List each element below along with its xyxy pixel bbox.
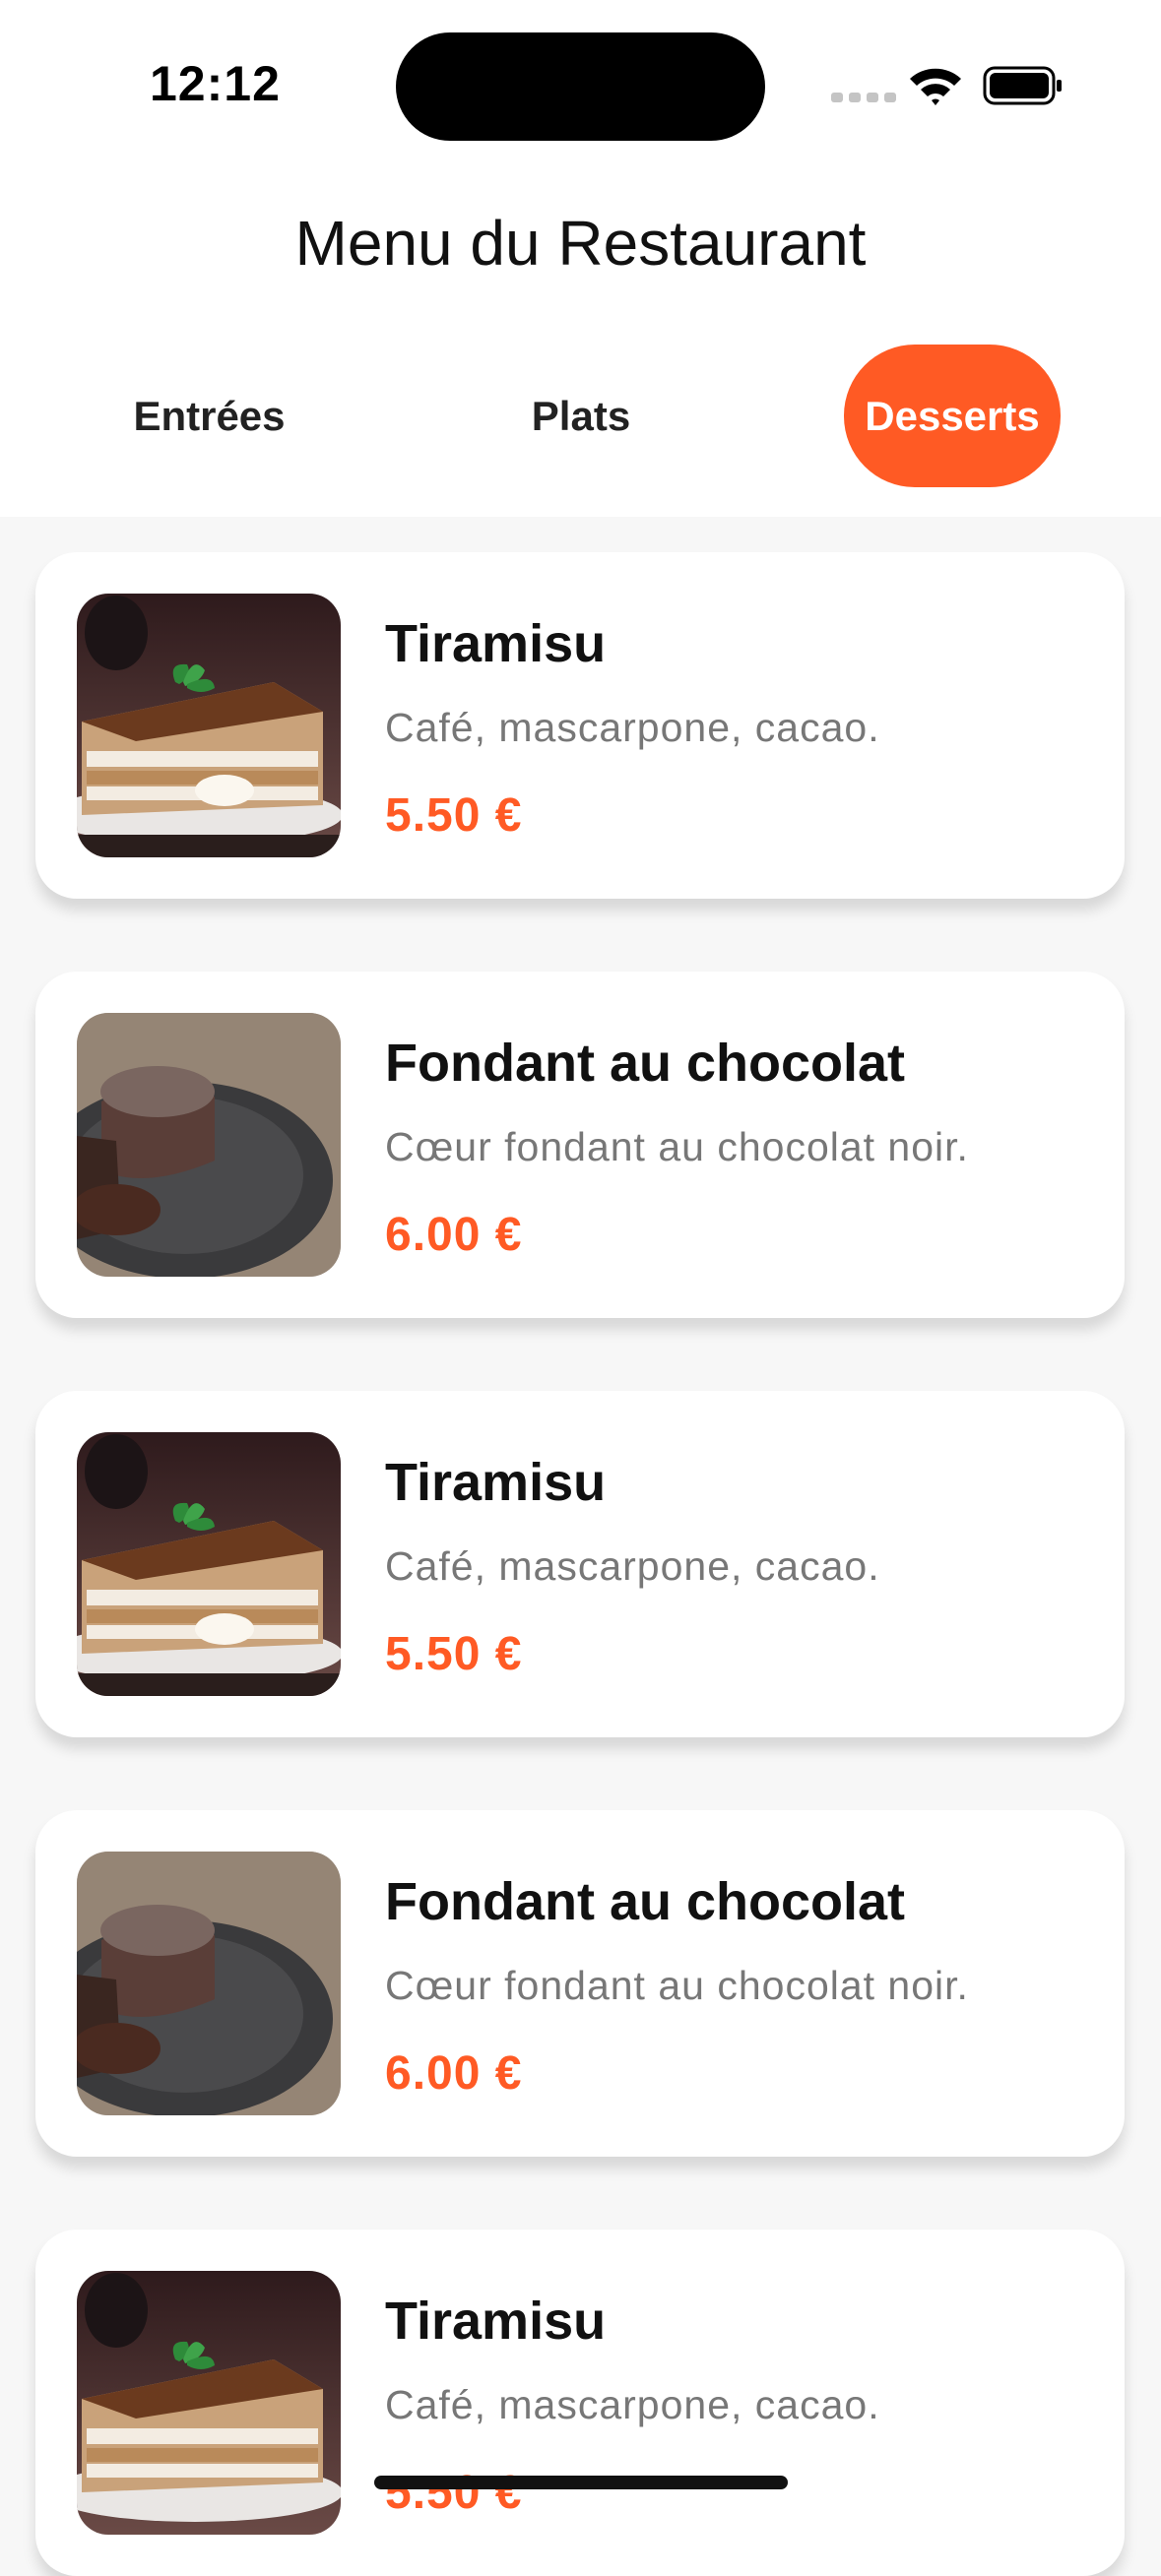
tiramisu-image — [77, 2271, 341, 2535]
fondant-image — [77, 1013, 341, 1277]
fondant-image — [77, 1852, 341, 2115]
status-time: 12:12 — [150, 56, 281, 111]
item-price: 5.50 € — [385, 2467, 523, 2519]
item-name: Tiramisu — [385, 2292, 607, 2351]
item-name: Tiramisu — [385, 614, 607, 673]
tab-plats[interactable]: Plats — [497, 345, 665, 487]
item-description: Café, mascarpone, cacao. — [385, 705, 880, 750]
menu-item-card[interactable]: Tiramisu Café, mascarpone, cacao. 5.50 € — [35, 552, 1125, 899]
item-price: 5.50 € — [385, 789, 523, 842]
battery-icon — [983, 66, 1062, 105]
menu-item-card[interactable]: Fondant au chocolat Cœur fondant au choc… — [35, 1810, 1125, 2157]
item-description: Cœur fondant au chocolat noir. — [385, 1124, 969, 1169]
home-indicator[interactable] — [374, 2476, 788, 2489]
cellular-signal-icon — [831, 93, 896, 102]
menu-item-card[interactable]: Fondant au chocolat Cœur fondant au choc… — [35, 972, 1125, 1318]
tiramisu-image — [77, 1432, 341, 1696]
category-tabs: Entrées Plats Desserts — [0, 345, 1161, 487]
item-description: Café, mascarpone, cacao. — [385, 2382, 880, 2427]
tab-desserts[interactable]: Desserts — [844, 345, 1061, 487]
page-title: Menu du Restaurant — [294, 208, 867, 279]
tab-entrees[interactable]: Entrées — [108, 345, 310, 487]
item-name: Fondant au chocolat — [385, 1034, 906, 1093]
item-name: Fondant au chocolat — [385, 1872, 906, 1931]
menu-item-card[interactable]: Tiramisu Café, mascarpone, cacao. 5.50 € — [35, 1391, 1125, 1737]
menu-item-card[interactable]: Tiramisu Café, mascarpone, cacao. 5.50 € — [35, 2230, 1125, 2576]
item-description: Café, mascarpone, cacao. — [385, 1543, 880, 1589]
wifi-icon — [910, 68, 961, 105]
dynamic-island — [396, 32, 765, 141]
item-price: 5.50 € — [385, 1628, 523, 1680]
tiramisu-image — [77, 594, 341, 857]
item-description: Cœur fondant au chocolat noir. — [385, 1963, 969, 2008]
item-price: 6.00 € — [385, 1209, 523, 1261]
item-name: Tiramisu — [385, 1453, 607, 1512]
item-price: 6.00 € — [385, 2047, 523, 2100]
